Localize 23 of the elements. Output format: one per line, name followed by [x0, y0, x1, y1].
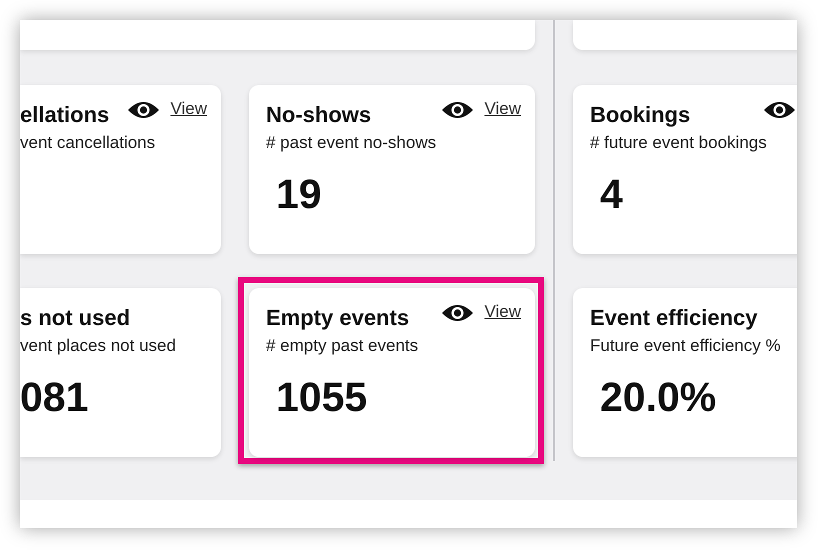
card-title: Empty events	[266, 305, 410, 331]
metric-value: 081	[20, 374, 90, 421]
card-subtitle: vent cancellations	[20, 133, 156, 153]
card-title: s not used	[20, 305, 132, 331]
metric-value: 20.0%	[600, 374, 718, 421]
metric-value: 4	[600, 171, 624, 218]
metric-value: 1055	[276, 374, 368, 421]
card-title: ellations	[20, 102, 110, 128]
eye-icon	[441, 303, 474, 323]
card-subtitle: Future event efficiency %	[590, 336, 782, 356]
card-subtitle: # past event no-shows	[266, 133, 438, 153]
eye-icon	[127, 100, 160, 120]
view-link[interactable]: View	[484, 302, 521, 322]
eye-icon	[441, 100, 474, 120]
view-link[interactable]: View	[484, 99, 521, 119]
card-title: Bookings	[590, 102, 692, 128]
card-title: Event efficiency	[590, 305, 759, 331]
card-title: No-shows	[266, 102, 372, 128]
card-subtitle: # future event bookings	[590, 133, 768, 153]
view-link[interactable]: View	[170, 99, 207, 119]
card-subtitle: # empty past events	[266, 336, 420, 356]
card-subtitle: vent places not used	[20, 336, 177, 356]
metric-value: 19	[276, 171, 323, 218]
